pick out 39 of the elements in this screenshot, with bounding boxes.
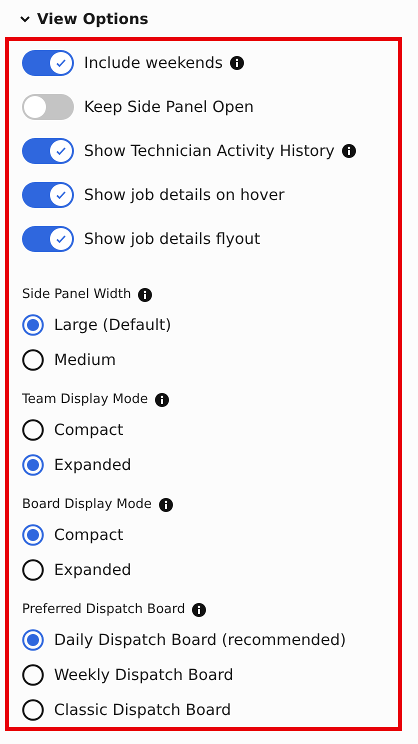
- radio-button[interactable]: [22, 628, 44, 650]
- toggle-switch[interactable]: [22, 94, 74, 120]
- radio-button[interactable]: [22, 698, 44, 720]
- toggle-label: Keep Side Panel Open: [84, 98, 254, 116]
- radio-button[interactable]: [22, 664, 44, 686]
- toggle-label: Include weekends: [84, 54, 223, 72]
- toggle-switch[interactable]: [22, 50, 74, 76]
- radio-button[interactable]: [22, 418, 44, 440]
- group-title: Team Display Mode: [22, 392, 148, 407]
- toggle-label: Show job details on hover: [84, 186, 284, 204]
- info-icon[interactable]: [138, 288, 152, 302]
- radio-button[interactable]: [22, 454, 44, 476]
- info-icon[interactable]: [342, 144, 356, 158]
- radio-label: Daily Dispatch Board (recommended): [54, 630, 346, 648]
- group-title: Preferred Dispatch Board: [22, 602, 186, 617]
- toggle-label: Show Technician Activity History: [84, 142, 335, 160]
- section-title[interactable]: View Options: [37, 10, 148, 28]
- radio-label: Compact: [54, 526, 124, 544]
- radio-label: Expanded: [54, 560, 132, 578]
- group-title: Side Panel Width: [22, 287, 132, 302]
- radio-label: Weekly Dispatch Board: [54, 666, 234, 684]
- toggle-label: Show job details flyout: [84, 230, 260, 248]
- toggle-switch[interactable]: [22, 182, 74, 208]
- radio-label: Large (Default): [54, 316, 172, 334]
- radio-button[interactable]: [22, 348, 44, 370]
- radio-label: Classic Dispatch Board: [54, 700, 232, 718]
- info-icon[interactable]: [230, 56, 244, 70]
- info-icon[interactable]: [154, 392, 169, 406]
- group-title: Board Display Mode: [22, 497, 152, 512]
- radio-button[interactable]: [22, 558, 44, 580]
- radio-label: Compact: [54, 420, 124, 438]
- info-icon[interactable]: [158, 498, 173, 512]
- radio-button[interactable]: [22, 314, 44, 336]
- toggle-switch[interactable]: [22, 138, 74, 164]
- toggle-switch[interactable]: [22, 226, 74, 252]
- info-icon[interactable]: [192, 602, 206, 616]
- radio-button[interactable]: [22, 524, 44, 546]
- radio-label: Medium: [54, 350, 116, 368]
- radio-label: Expanded: [54, 456, 132, 474]
